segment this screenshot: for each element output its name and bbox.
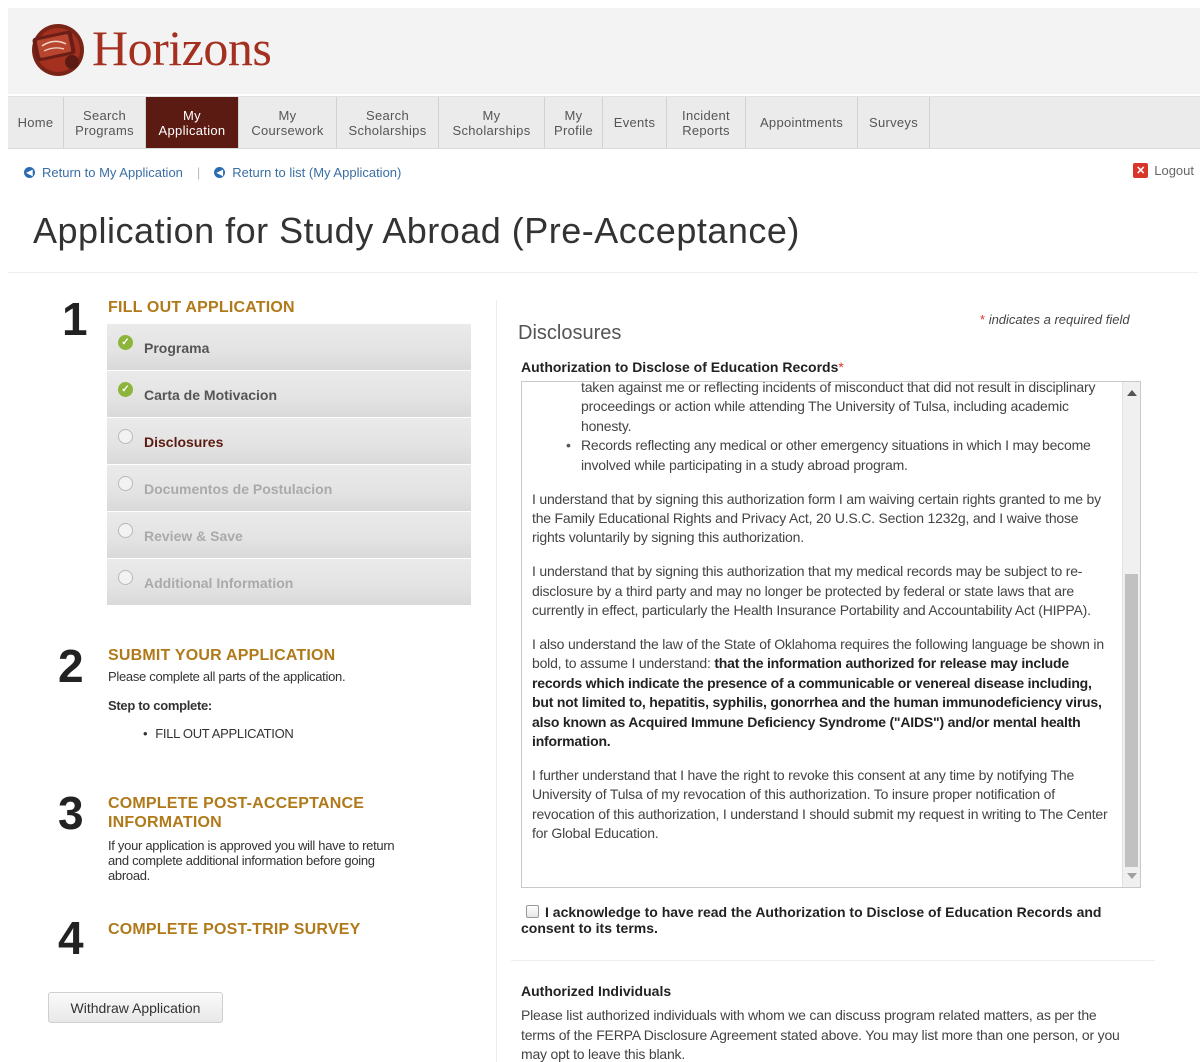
nav-events[interactable]: Events xyxy=(603,97,667,148)
authorization-paragraph: I understand that by signing this author… xyxy=(532,490,1101,546)
list-item: taken against me or reflecting incidents… xyxy=(581,381,1096,434)
return-to-application-link[interactable]: ◀ Return to My Application xyxy=(24,165,183,180)
required-field-note: * indicates a required field xyxy=(980,312,1130,327)
section-programa[interactable]: ✓ Programa xyxy=(107,324,471,371)
bullet: • xyxy=(143,726,148,741)
section-label: Documentos de Postulacion xyxy=(144,481,333,497)
step-3-heading-line1: COMPLETE POST-ACCEPTANCE xyxy=(108,795,365,812)
section-label: Additional Information xyxy=(144,575,294,591)
required-star: * xyxy=(980,312,986,327)
nav-my-scholarships[interactable]: My Scholarships xyxy=(439,97,545,148)
acknowledge-row: I acknowledge to have read the Authoriza… xyxy=(521,904,1131,936)
list-item: Records reflecting any medical or other … xyxy=(566,436,1112,475)
application-sections: ✓ Programa ✓ Carta de Motivacion Disclos… xyxy=(107,324,471,606)
empty-circle-icon xyxy=(118,570,133,585)
section-label: Carta de Motivacion xyxy=(144,387,278,403)
nav-search-scholarships[interactable]: Search Scholarships xyxy=(337,97,439,148)
authorization-paragraph: I further understand that I have the rig… xyxy=(532,766,1108,842)
nav-my-profile[interactable]: My Profile xyxy=(545,97,603,148)
breadcrumb-separator: | xyxy=(196,164,201,180)
logo-emblem-icon xyxy=(32,24,84,76)
scrollbar[interactable] xyxy=(1122,382,1140,887)
checkmark-icon: ✓ xyxy=(118,382,133,397)
column-divider xyxy=(496,300,497,1062)
section-review-and-save: Review & Save xyxy=(107,512,471,559)
authorization-paragraph: I understand that by signing this author… xyxy=(532,563,1091,619)
arrow-left-icon: ◀ xyxy=(24,166,35,178)
section-label: Review & Save xyxy=(144,528,243,544)
todo-item-label: FILL OUT APPLICATION xyxy=(155,726,294,741)
return-to-list-link[interactable]: ◀ Return to list (My Application) xyxy=(214,165,401,180)
section-additional-information: Additional Information xyxy=(107,559,471,606)
nav-appointments[interactable]: Appointments xyxy=(746,97,858,148)
required-note-text: indicates a required field xyxy=(988,312,1130,327)
page-title: Application for Study Abroad (Pre-Accept… xyxy=(33,210,800,251)
authorization-label: Authorization to Disclose of Education R… xyxy=(521,359,844,375)
step-2-number: 2 xyxy=(58,640,84,692)
nav-my-coursework[interactable]: My Coursework xyxy=(239,97,337,148)
nav-surveys[interactable]: Surveys xyxy=(858,97,930,148)
logout-label: Logout xyxy=(1154,163,1194,178)
scroll-up-icon[interactable] xyxy=(1127,390,1137,396)
form-divider xyxy=(511,960,1155,961)
authorized-individuals-text: Please list authorized individuals with … xyxy=(521,1007,1120,1062)
step-2-text: Please complete all parts of the applica… xyxy=(108,669,346,684)
section-label: Programa xyxy=(144,340,210,356)
step-2-todo-item: • FILL OUT APPLICATION xyxy=(143,726,294,741)
close-icon: ✕ xyxy=(1133,163,1149,178)
nav-my-application[interactable]: My Application xyxy=(146,97,239,148)
arrow-left-icon: ◀ xyxy=(214,166,226,178)
records-list: taken against me or reflecting incidents… xyxy=(566,381,1112,475)
section-carta-de-motivacion[interactable]: ✓ Carta de Motivacion xyxy=(107,371,471,418)
empty-circle-icon xyxy=(118,476,133,491)
checkmark-icon: ✓ xyxy=(118,335,133,350)
section-label: Disclosures xyxy=(144,434,224,450)
breadcrumb: ◀ Return to My Application | ◀ Return to… xyxy=(24,163,1194,181)
logout-button[interactable]: ✕ Logout xyxy=(1133,163,1194,178)
authorized-individuals-title: Authorized Individuals xyxy=(521,983,672,999)
title-divider xyxy=(8,272,1198,273)
step-1-number: 1 xyxy=(62,293,88,345)
nav-incident-reports[interactable]: Incident Reports xyxy=(667,97,746,148)
return-to-application-label: Return to My Application xyxy=(42,164,183,180)
required-star: * xyxy=(838,359,844,375)
acknowledge-label: I acknowledge to have read the Authoriza… xyxy=(521,904,1102,936)
step-3-text: If your application is approved you will… xyxy=(108,838,395,883)
step-3-heading: COMPLETE POST-ACCEPTANCE INFORMATION xyxy=(108,794,364,832)
nav-home[interactable]: Home xyxy=(8,97,64,148)
empty-circle-icon xyxy=(118,523,133,538)
empty-circle-icon xyxy=(118,429,133,444)
section-documentos-de-postulacion: Documentos de Postulacion xyxy=(107,465,471,512)
step-1-heading: FILL OUT APPLICATION xyxy=(108,299,295,316)
step-3-heading-line2: INFORMATION xyxy=(108,814,222,831)
section-disclosures[interactable]: Disclosures xyxy=(107,418,471,465)
main-nav: Home Search Programs My Application My C… xyxy=(8,96,1200,149)
authorization-text: taken against me or reflecting incidents… xyxy=(532,381,1112,858)
acknowledge-checkbox[interactable] xyxy=(526,905,539,918)
site-header: Horizons xyxy=(8,8,1200,94)
logo-text: Horizons xyxy=(92,20,272,76)
step-2-heading: SUBMIT YOUR APPLICATION xyxy=(108,647,336,664)
step-4-number: 4 xyxy=(58,912,84,964)
scrollbar-thumb[interactable] xyxy=(1125,574,1138,867)
nav-search-programs[interactable]: Search Programs xyxy=(64,97,146,148)
withdraw-application-button[interactable]: Withdraw Application xyxy=(48,992,223,1023)
step-3-number: 3 xyxy=(58,787,84,839)
form-section-title: Disclosures xyxy=(518,322,622,344)
step-2-todo-label: Step to complete: xyxy=(108,698,212,713)
site-logo[interactable]: Horizons xyxy=(26,16,272,80)
return-to-list-label: Return to list (My Application) xyxy=(232,164,402,180)
authorization-label-text: Authorization to Disclose of Education R… xyxy=(521,359,839,375)
authorization-text-box[interactable]: taken against me or reflecting incidents… xyxy=(521,381,1141,888)
scroll-down-icon[interactable] xyxy=(1127,873,1137,879)
authorization-paragraph: I also understand the law of the State o… xyxy=(532,635,1112,751)
step-4-heading: COMPLETE POST-TRIP SURVEY xyxy=(108,921,361,938)
